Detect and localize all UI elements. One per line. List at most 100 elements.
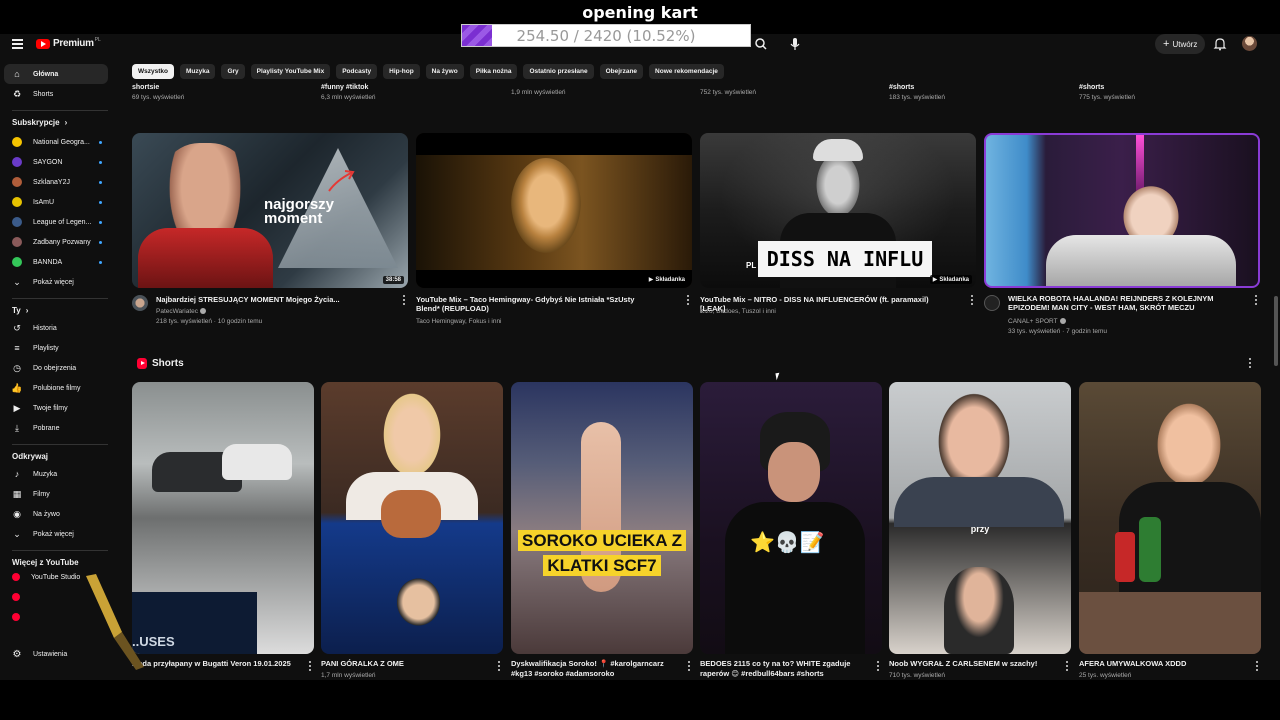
subscriptions-header[interactable]: Subskrypcje ›	[12, 118, 67, 127]
filter-chip[interactable]: Playlisty YouTube Mix	[250, 64, 331, 79]
subscription-item[interactable]: SAYGON	[4, 152, 108, 172]
red-arrow-icon	[328, 170, 355, 192]
thumb-face	[768, 442, 820, 502]
create-button[interactable]: + Utwórz	[1155, 34, 1206, 54]
channel-name[interactable]: CANAL+ SPORT	[1008, 317, 1066, 327]
more-options-icon[interactable]	[402, 295, 406, 305]
thumb-jacket	[725, 502, 865, 654]
sidebar-item-you[interactable]: ▶ Twoje filmy	[4, 398, 108, 418]
search-icon	[755, 38, 767, 50]
subscription-item[interactable]: ⌄ Pokaż więcej	[4, 272, 108, 292]
filter-chip[interactable]: Hip-hop	[383, 64, 420, 79]
sidebar-item-home[interactable]: ⌂ Główna	[4, 64, 108, 84]
more-options-icon[interactable]	[308, 661, 312, 671]
filter-chip[interactable]: Muzyka	[179, 64, 216, 79]
shorts-shelf-header: Shorts	[137, 358, 184, 369]
short-title[interactable]: Dyskwalifikacja Soroko! 📍 #karolgarncarz…	[511, 659, 676, 679]
channel-name[interactable]: Taco Hemingway, Fokus i inni	[416, 317, 502, 327]
webcam-body	[1046, 235, 1236, 286]
filter-chip[interactable]: Na żywo	[425, 64, 464, 79]
filter-chip[interactable]: Ostatnio przesłane	[523, 64, 594, 79]
filter-chip[interactable]: Obejrzane	[599, 64, 644, 79]
previous-row-item[interactable]: 752 tys. wyświetleń	[700, 86, 756, 96]
short-thumbnail[interactable]: ..USES	[132, 382, 314, 654]
sidebar-item-you[interactable]: ⤓ Pobrane	[4, 418, 108, 438]
previous-row-title[interactable]: #shorts	[1079, 84, 1135, 91]
channel-name[interactable]: PatecWariatec	[156, 307, 207, 317]
sidebar-item-you[interactable]: ↺ Historia	[4, 318, 108, 338]
sidebar-item-you[interactable]: ◷ Do obejrzenia	[4, 358, 108, 378]
previous-row-views: 6,3 mln wyświetleń	[321, 94, 376, 101]
page-scrollbar[interactable]	[1274, 296, 1278, 366]
sidebar-item-you-label: Historia	[33, 324, 57, 332]
previous-row-title[interactable]: shortsie	[132, 84, 184, 91]
channel-name[interactable]: Kizo, Bedoes, Tuszol i inni	[700, 307, 776, 317]
more-options-icon[interactable]	[876, 661, 880, 671]
subscription-item[interactable]: IsAmU	[4, 192, 108, 212]
sidebar-item-you[interactable]: ≡ Playlisty	[4, 338, 108, 358]
short-thumbnail[interactable]: ⭐💀📝	[700, 382, 882, 654]
notifications-button[interactable]	[1212, 36, 1228, 52]
youtube-app-icon	[12, 613, 20, 621]
sidebar-item-explore[interactable]: ◉ Na żywo	[4, 504, 108, 524]
video-thumbnail[interactable]: DISS NA INFLU PL ▶ Składanka	[700, 133, 976, 288]
filter-chip[interactable]: Nowe rekomendacje	[649, 64, 724, 79]
short-title[interactable]: ...ęda przyłapany w Bugatti Veron 19.01.…	[132, 659, 297, 669]
more-options-icon[interactable]	[497, 661, 501, 671]
voice-search-button[interactable]	[784, 34, 806, 54]
you-header[interactable]: Ty ›	[12, 306, 28, 315]
youtube-logo[interactable]: Premium PL	[36, 37, 101, 49]
more-options-icon[interactable]	[687, 661, 691, 671]
video-title[interactable]: Najbardziej STRESUJĄCY MOMENT Mojego Życ…	[156, 295, 396, 304]
sidebar-item-explore[interactable]: ♪ Muzyka	[4, 464, 108, 484]
filter-chip[interactable]: Podcasty	[336, 64, 378, 79]
sidebar-item-you[interactable]: 👍 Polubione filmy	[4, 378, 108, 398]
short-thumbnail[interactable]: przy	[889, 382, 1071, 654]
more-options-icon[interactable]	[1254, 295, 1258, 305]
more-options-icon[interactable]	[1255, 661, 1259, 671]
search-button[interactable]	[750, 34, 772, 54]
video-title[interactable]: WIELKA ROBOTA HAALANDA! REIJNDERS Z KOLE…	[1008, 294, 1248, 312]
previous-row-item[interactable]: #funny #tiktok 6,3 mln wyświetleń	[321, 84, 376, 101]
channel-avatar[interactable]	[132, 295, 148, 311]
subscription-item[interactable]: Zadbany Pozwany	[4, 232, 108, 252]
short-title[interactable]: Noob WYGRAŁ Z CARLSENEM w szachy!	[889, 659, 1054, 669]
subscription-item[interactable]: BANNDA	[4, 252, 108, 272]
subscription-item[interactable]: League of Legen...	[4, 212, 108, 232]
filter-chip[interactable]: Wszystko	[132, 64, 174, 79]
shelf-more-options-icon[interactable]	[1248, 358, 1252, 368]
subscription-label: IsAmU	[33, 198, 54, 206]
sidebar-item-explore[interactable]: ▦ Filmy	[4, 484, 108, 504]
filter-chip[interactable]: Piłka nożna	[469, 64, 518, 79]
sidebar-item-shorts[interactable]: ♻ Shorts	[4, 84, 108, 104]
sidebar-item-explore[interactable]: ⌄ Pokaż więcej	[4, 524, 108, 544]
previous-row-item[interactable]: #shorts 775 tys. wyświetleń	[1079, 84, 1135, 101]
subscription-label: League of Legen...	[33, 218, 92, 226]
more-options-icon[interactable]	[970, 295, 974, 305]
more-options-icon[interactable]	[1065, 661, 1069, 671]
previous-row-item[interactable]: #shorts 183 tys. wyświetleń	[889, 84, 945, 101]
video-thumbnail[interactable]: ▶ Składanka	[416, 133, 692, 288]
history-icon: ↺	[13, 322, 21, 333]
short-thumbnail[interactable]	[321, 382, 503, 654]
previous-row-item[interactable]: 1,9 mln wyświetleń	[511, 86, 566, 96]
previous-row-title[interactable]: #shorts	[889, 84, 945, 91]
video-thumbnail[interactable]: najgorszy moment 38:58	[132, 133, 408, 288]
subscription-item[interactable]: SzklanaY2J	[4, 172, 108, 192]
thumb-caption: przy	[970, 524, 990, 534]
video-title[interactable]: YouTube Mix – Taco Hemingway- Gdybyś Nie…	[416, 295, 656, 313]
more-options-icon[interactable]	[686, 295, 690, 305]
short-title[interactable]: BEDOES 2115 co ty na to? WHITE zgaduje r…	[700, 659, 865, 679]
channel-avatar[interactable]	[984, 295, 1000, 311]
video-thumbnail[interactable]	[984, 133, 1260, 288]
subscription-item[interactable]: National Geogra...	[4, 132, 108, 152]
short-title[interactable]: AFERA UMYWALKOWA XDDD	[1079, 659, 1244, 669]
menu-icon[interactable]	[12, 39, 23, 49]
short-thumbnail[interactable]	[1079, 382, 1261, 654]
previous-row-title[interactable]: #funny #tiktok	[321, 84, 376, 91]
short-thumbnail[interactable]: SOROKO UCIEKA Z KLATKI SCF7	[511, 382, 693, 654]
filter-chip[interactable]: Gry	[221, 64, 245, 79]
short-title[interactable]: PANI GÓRALKA Z OME	[321, 659, 486, 669]
account-avatar[interactable]	[1242, 36, 1257, 51]
previous-row-item[interactable]: shortsie 69 tys. wyświetleń	[132, 84, 184, 101]
